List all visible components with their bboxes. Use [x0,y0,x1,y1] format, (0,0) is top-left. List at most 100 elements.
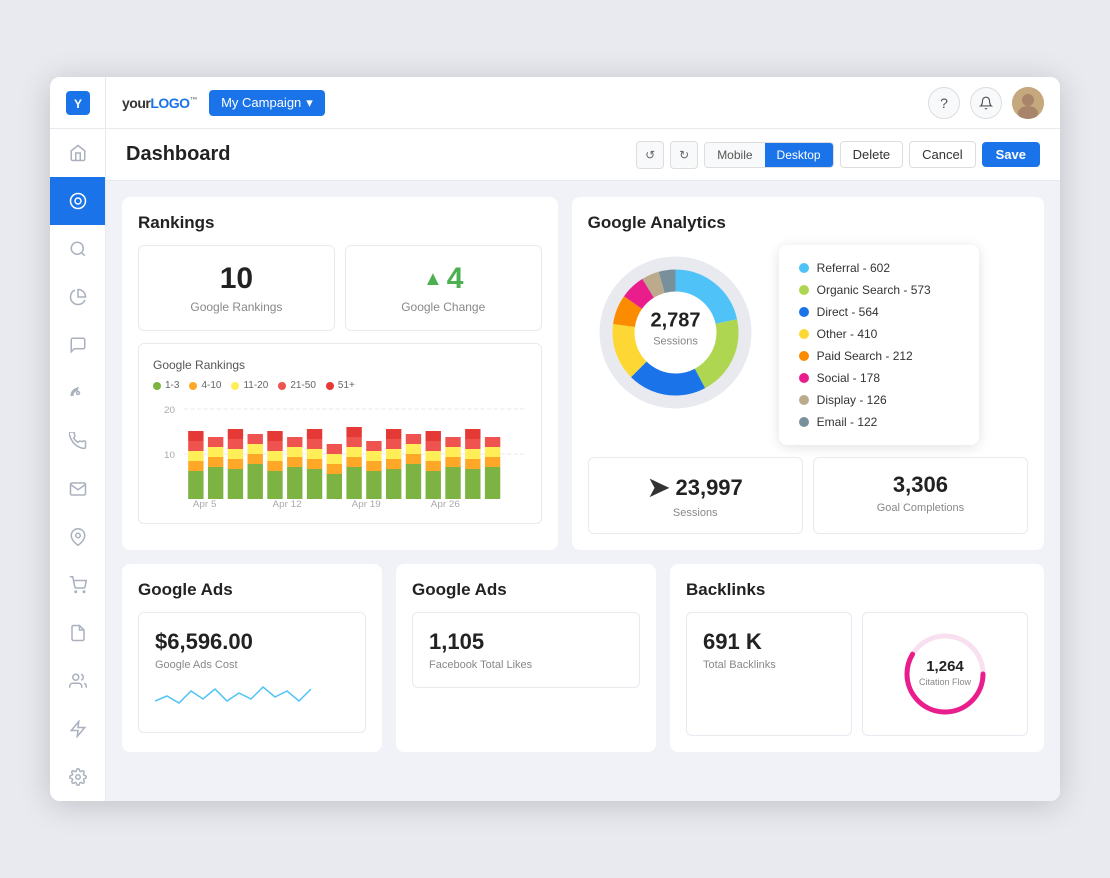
toolbar-actions: ↺ ↻ Mobile Desktop Delete Cancel Save [636,141,1040,169]
svg-text:Citation Flow: Citation Flow [919,677,972,687]
campaign-button[interactable]: My Campaign ▾ [209,90,325,116]
legend-11-20: 11-20 [231,380,268,391]
svg-text:Apr 19: Apr 19 [352,499,381,509]
backlinks-metrics: 691 K Total Backlinks 1,264 Citation Flo… [686,612,1028,736]
undo-button[interactable]: ↺ [636,141,664,169]
display-dot [799,395,809,405]
direct-dot [799,307,809,317]
google-ads-title-2: Google Ads [412,580,640,600]
sparkline-svg [155,681,315,711]
google-rankings-label: Google Rankings [155,300,318,314]
organic-dot [799,285,809,295]
svg-text:Sessions: Sessions [653,336,698,348]
referral-dot [799,263,809,273]
top-row: Rankings 10 Google Rankings ▲ 4 Google C… [122,197,1044,550]
topnav-right: ? [928,87,1044,119]
svg-text:Y: Y [73,97,81,111]
chart-title: Google Rankings [153,358,527,372]
google-change-card: ▲ 4 Google Change [345,245,542,331]
rankings-stats-row: 10 Google Rankings ▲ 4 Google Change [138,245,542,331]
sidebar-item-reports[interactable] [50,273,105,321]
ga-title: Google Analytics [588,213,1028,233]
help-button[interactable]: ? [928,87,960,119]
logo-text: yourLOGO™ [122,95,197,111]
chevron-down-icon: ▾ [306,95,313,111]
sidebar-item-messages[interactable] [50,321,105,369]
sidebar-item-documents[interactable] [50,609,105,657]
campaign-label: My Campaign [221,95,301,110]
sidebar-item-users[interactable] [50,657,105,705]
svg-text:1,264: 1,264 [926,658,964,675]
sidebar-item-search[interactable] [50,225,105,273]
save-button[interactable]: Save [982,142,1040,167]
goal-completions-label: Goal Completions [828,502,1013,514]
main-area: yourLOGO™ My Campaign ▾ ? Dashboard ↺ [106,77,1060,801]
legend-1-3: 1-3 [153,380,179,391]
legend-51-plus: 51+ [326,380,355,391]
fb-likes-label: Facebook Total Likes [429,659,623,671]
fb-likes-value: 1,105 [429,629,623,655]
mobile-view-button[interactable]: Mobile [705,143,764,167]
sidebar-item-integrations[interactable] [50,705,105,753]
sidebar-item-home[interactable] [50,129,105,177]
sidebar-item-phone[interactable] [50,417,105,465]
legend-display: Display - 126 [799,393,959,407]
user-avatar[interactable] [1012,87,1044,119]
donut-svg: 2,787 Sessions [588,245,763,420]
total-backlinks-card: 691 K Total Backlinks [686,612,852,736]
content-area: Rankings 10 Google Rankings ▲ 4 Google C… [106,181,1060,801]
google-rankings-card: 10 Google Rankings [138,245,335,331]
notifications-button[interactable] [970,87,1002,119]
cancel-button[interactable]: Cancel [909,141,975,168]
legend-dot-1-3 [153,382,161,390]
sessions-arrow-icon: ➤ [648,472,670,503]
sidebar-item-settings[interactable] [50,753,105,801]
logo-icon: Y [66,91,90,115]
sidebar-item-email[interactable] [50,465,105,513]
svg-text:Apr 12: Apr 12 [273,499,302,509]
sessions-stat-card: ➤ 23,997 Sessions [588,457,803,534]
ads-cost-label: Google Ads Cost [155,659,349,671]
delete-button[interactable]: Delete [840,141,904,168]
other-dot [799,329,809,339]
svg-text:20: 20 [164,405,175,415]
sidebar-item-location[interactable] [50,513,105,561]
sidebar: Y [50,77,106,801]
svg-text:Apr 5: Apr 5 [193,499,217,509]
ads-cost-value: $6,596.00 [155,629,349,655]
ga-content: 2,787 Sessions Referral - 602 [588,245,1028,445]
sessions-value: ➤ 23,997 [603,472,788,503]
legend-dot-11-20 [231,382,239,390]
sparkline [155,681,349,716]
ads-cost-card: $6,596.00 Google Ads Cost [138,612,366,733]
legend-other: Other - 410 [799,327,959,341]
rankings-title: Rankings [138,213,542,233]
sidebar-item-monitor[interactable] [50,369,105,417]
legend-social: Social - 178 [799,371,959,385]
total-backlinks-value: 691 K [703,629,835,655]
desktop-view-button[interactable]: Desktop [765,143,833,167]
redo-button[interactable]: ↻ [670,141,698,169]
citation-flow-card: 1,264 Citation Flow [862,612,1028,736]
goal-completions-stat-card: 3,306 Goal Completions [813,457,1028,534]
legend-email: Email - 122 [799,415,959,429]
paid-search-dot [799,351,809,361]
legend-dot-4-10 [189,382,197,390]
social-dot [799,373,809,383]
bottom-row: Google Ads $6,596.00 Google Ads Cost Goo… [122,564,1044,752]
analytics-legend-popup: Referral - 602 Organic Search - 573 Dire… [779,245,979,445]
citation-flow-circle: 1,264 Citation Flow [900,629,990,719]
view-toggle: Mobile Desktop [704,142,833,168]
svg-text:10: 10 [164,450,175,460]
backlinks-section: Backlinks 691 K Total Backlinks 1, [670,564,1044,752]
citation-svg: 1,264 Citation Flow [900,629,990,719]
ga-stats-row: ➤ 23,997 Sessions 3,306 Goal Completions [588,457,1028,534]
sidebar-item-dashboard[interactable] [50,177,105,225]
google-analytics-section: Google Analytics [572,197,1044,550]
chart-legend: 1-3 4-10 11-20 [153,380,527,391]
svg-text:2,787: 2,787 [650,310,700,332]
sidebar-item-shopping[interactable] [50,561,105,609]
bar-chart: 20 10 [153,399,527,509]
donut-chart-wrapper: 2,787 Sessions [588,245,763,420]
legend-dot-51-plus [326,382,334,390]
